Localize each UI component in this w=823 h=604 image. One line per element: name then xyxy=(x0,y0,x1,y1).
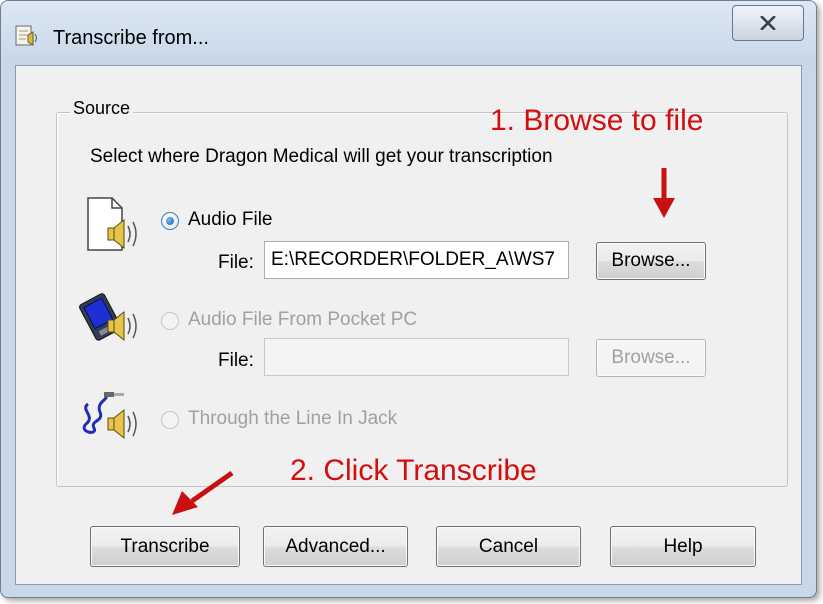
pocket-pc-label[interactable]: Audio File From Pocket PC xyxy=(188,309,417,331)
pocket-pc-field-label: File: xyxy=(218,350,254,371)
title-bar[interactable]: Transcribe from... xyxy=(1,1,816,65)
audio-file-path-input[interactable]: E:\RECORDER\FOLDER_A\WS7 xyxy=(264,241,569,279)
annotation-arrow-diagonal xyxy=(172,470,234,515)
source-description: Select where Dragon Medical will get you… xyxy=(90,146,553,167)
browse-button[interactable]: Browse... xyxy=(596,242,706,280)
close-button[interactable] xyxy=(732,5,804,41)
window-title: Transcribe from... xyxy=(53,27,209,49)
line-in-jack-label[interactable]: Through the Line In Jack xyxy=(188,408,397,430)
source-groupbox xyxy=(56,112,788,487)
pocket-pc-path-input[interactable] xyxy=(264,338,569,376)
annotation-step-1: 1. Browse to file xyxy=(490,104,704,137)
audio-file-icon xyxy=(78,194,146,260)
advanced-button[interactable]: Advanced... xyxy=(263,526,408,567)
cancel-button[interactable]: Cancel xyxy=(436,526,581,567)
pocket-pc-browse-button[interactable]: Browse... xyxy=(596,339,706,377)
pocket-pc-icon xyxy=(78,286,146,352)
close-icon xyxy=(760,16,776,30)
dragon-app-icon xyxy=(13,23,41,49)
transcribe-button[interactable]: Transcribe xyxy=(90,526,240,567)
line-in-jack-radio[interactable] xyxy=(161,411,179,429)
help-button[interactable]: Help xyxy=(610,526,756,567)
line-in-jack-icon xyxy=(78,384,146,450)
annotation-step-2: 2. Click Transcribe xyxy=(290,454,537,487)
dialog-body: Source Select where Dragon Medical will … xyxy=(15,65,802,585)
annotation-arrow-down xyxy=(653,168,675,218)
audio-file-field-label: File: xyxy=(218,252,254,273)
transcribe-from-dialog: Transcribe from... Source Select where D… xyxy=(0,0,817,598)
audio-file-radio[interactable] xyxy=(161,212,179,230)
source-group-label: Source xyxy=(70,98,134,119)
pocket-pc-radio[interactable] xyxy=(161,312,179,330)
audio-file-label[interactable]: Audio File xyxy=(188,209,273,231)
